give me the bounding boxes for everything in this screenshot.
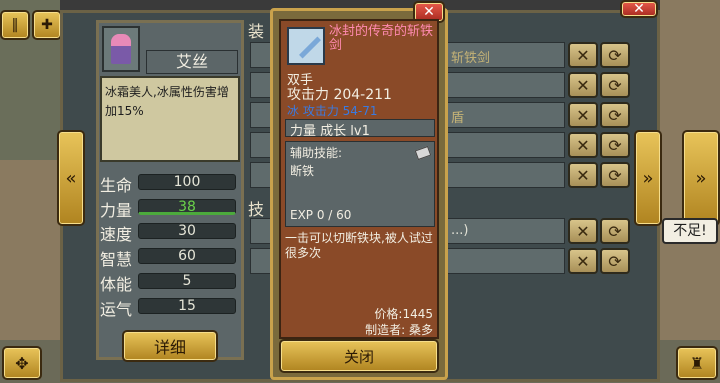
stat-row-luck: 运气 15 (100, 296, 240, 319)
stat-label-strength: 力量 (100, 201, 133, 220)
tooltip-body: 冰封的传奇的斩铁剑 双手 攻击力 204-211 冰 攻击力 54-71 力量 … (279, 19, 439, 339)
item-title: 冰封的传奇的斩铁剑 (329, 24, 434, 53)
character-description: 冰霜美人,冰属性伤害增加15% (105, 85, 229, 118)
item-attack: 攻击力 204-211 (287, 87, 392, 103)
character-description-box: 冰霜美人,冰属性伤害增加15% (100, 76, 240, 162)
item-ice-attack: 冰 攻击力 54-71 (287, 104, 378, 118)
skill-row-label: ...) (451, 223, 469, 238)
tooltip-confirm-close-button[interactable]: 关闭 (279, 339, 439, 373)
unequip-button[interactable]: ✕ (568, 102, 598, 128)
stat-value-strength: 38 (138, 199, 236, 215)
stat-label-hp: 生命 (100, 176, 133, 195)
stat-value-speed: 30 (138, 223, 236, 239)
eraser-icon (414, 145, 432, 161)
swap-button[interactable]: ⟳ (600, 72, 630, 98)
character-sprite-icon (111, 34, 131, 64)
item-tooltip: ✕ 冰封的传奇的斩铁剑 双手 攻击力 204-211 冰 攻击力 54-71 力… (270, 1, 448, 380)
item-exp: EXP 0 / 60 (290, 208, 352, 222)
item-maker: 制造者: 桑多 (365, 323, 433, 337)
unequip-button[interactable]: ✕ (568, 132, 598, 158)
stat-row-wisdom: 智慧 60 (100, 246, 240, 269)
sword-icon (287, 27, 325, 65)
warning-text: 不足! (673, 223, 707, 239)
warning-bubble: 不足! (662, 218, 718, 244)
equip-row-label: 斩铁剑 (451, 51, 491, 66)
pause-button[interactable]: ‖ (0, 10, 30, 40)
unequip-button[interactable]: ✕ (568, 72, 598, 98)
item-flavor-text: 一击可以切断铁块,被人试过很多次 (285, 231, 433, 260)
unequip-button[interactable]: ✕ (568, 162, 598, 188)
next-page-button[interactable]: » (634, 130, 662, 226)
menu-button[interactable]: ✚ (32, 10, 62, 40)
equip-tab-label[interactable]: 装 (248, 18, 264, 42)
swap-button[interactable]: ⟳ (600, 102, 630, 128)
detail-button[interactable]: 详细 (122, 330, 218, 362)
scroll-right-button[interactable]: » (682, 130, 720, 226)
sword-blade-icon (299, 36, 321, 59)
skill-tab-label[interactable]: 技 (248, 196, 264, 220)
character-name: 艾丝 (175, 52, 208, 71)
swap-button[interactable]: ⟳ (600, 218, 630, 244)
background-dirt-left (0, 160, 60, 360)
swap-button[interactable]: ⟳ (600, 132, 630, 158)
stat-row-strength: 力量 38 (100, 197, 240, 220)
stat-row-stamina: 体能 5 (100, 271, 240, 294)
stat-label-stamina: 体能 (100, 275, 133, 294)
stat-value-luck: 15 (138, 298, 236, 314)
close-window-button[interactable]: ✕ (620, 0, 658, 18)
tool-button[interactable]: ♜ (676, 346, 718, 380)
unequip-button[interactable]: ✕ (568, 248, 598, 274)
swap-button[interactable]: ⟳ (600, 248, 630, 274)
stat-label-speed: 速度 (100, 225, 133, 244)
character-portrait (102, 26, 140, 72)
item-growth: 力量 成长 lv1 (290, 124, 370, 139)
unequip-button[interactable]: ✕ (568, 218, 598, 244)
stat-value-stamina: 5 (138, 273, 236, 289)
prev-character-button[interactable]: « (57, 130, 85, 226)
swap-button[interactable]: ⟳ (600, 42, 630, 68)
stat-row-hp: 生命 100 (100, 172, 240, 195)
stat-value-hp: 100 (138, 174, 236, 190)
support-skill-label: 辅助技能: (290, 146, 343, 160)
growth-box: 力量 成长 lv1 (285, 119, 435, 139)
stat-label-luck: 运气 (100, 300, 133, 319)
unequip-button[interactable]: ✕ (568, 42, 598, 68)
character-name-box: 艾丝 (146, 50, 238, 74)
move-button[interactable]: ✥ (2, 346, 42, 380)
support-skill-box: 辅助技能: 断铁 EXP 0 / 60 (285, 141, 435, 227)
support-skill-name: 断铁 (290, 164, 315, 178)
stat-value-wisdom: 60 (138, 248, 236, 264)
stat-label-wisdom: 智慧 (100, 250, 133, 269)
equip-row-label: 盾 (451, 111, 465, 126)
stat-row-speed: 速度 30 (100, 221, 240, 244)
item-price: 价格:1445 (374, 307, 433, 321)
swap-button[interactable]: ⟳ (600, 162, 630, 188)
